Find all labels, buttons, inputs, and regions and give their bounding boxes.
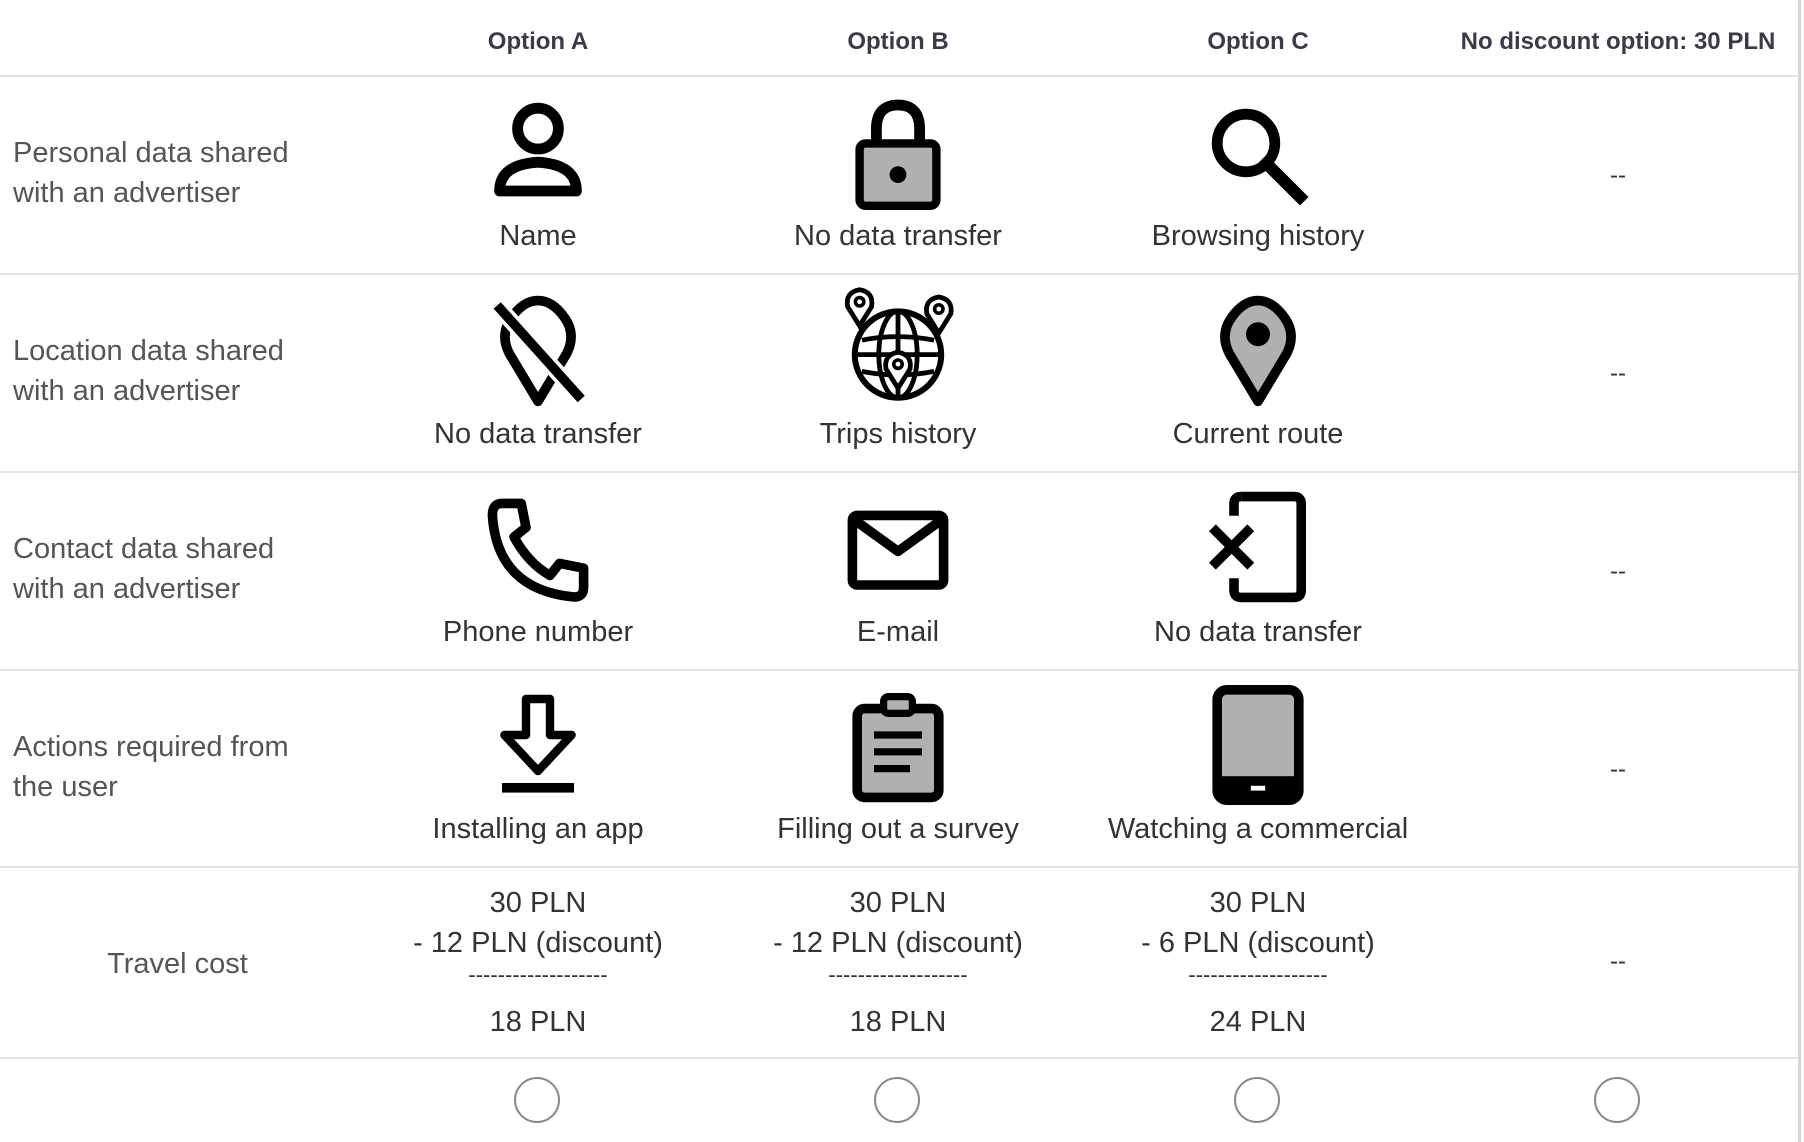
option-caption: Watching a commercial <box>1107 813 1409 845</box>
cost-base: 30 PLN <box>1209 887 1307 919</box>
cost-option-b: 30 PLN - 12 PLN (discount) -------------… <box>718 868 1078 1057</box>
row-label-line: with an advertiser <box>13 177 241 209</box>
cost-option-a: 30 PLN - 12 PLN (discount) -------------… <box>358 868 718 1057</box>
row-label-line: Personal data shared <box>13 137 289 169</box>
cost-base: 30 PLN <box>849 887 947 919</box>
header-option-a: Option A <box>487 28 589 55</box>
option-caption: Browsing history <box>1151 220 1365 252</box>
actions-row: Actions required from the user Installin… <box>0 671 1798 868</box>
cell-no-discount: -- <box>1438 473 1798 669</box>
row-label: Personal data shared with an advertiser <box>13 133 289 213</box>
phone-icon <box>478 489 598 609</box>
cost-discount: - 12 PLN (discount) <box>773 927 1023 959</box>
map-pin-icon <box>1198 291 1318 411</box>
header-row: Option A Option B Option C No discount o… <box>0 0 1798 77</box>
row-label: Actions required from the user <box>13 727 289 807</box>
option-caption: Current route <box>1172 418 1344 450</box>
cell-option-b: Trips history <box>718 275 1078 471</box>
option-caption: No data transfer <box>794 220 1002 252</box>
cost-total: 18 PLN <box>849 1006 947 1038</box>
row-label-line: Actions required from <box>13 731 289 763</box>
cost-total: 18 PLN <box>489 1006 587 1038</box>
option-caption: No data transfer <box>1154 616 1362 648</box>
cell-option-c: Current route <box>1078 275 1438 471</box>
cell-option-c: Watching a commercial <box>1078 671 1438 866</box>
cell-option-a: No data transfer <box>358 275 718 471</box>
cell-no-discount: -- <box>1438 671 1798 866</box>
contact-data-row: Contact data shared with an advertiser P… <box>0 473 1798 671</box>
header-option-c: Option C <box>1207 28 1309 55</box>
cost-total: 24 PLN <box>1209 1006 1307 1038</box>
envelope-icon <box>838 489 958 609</box>
cost-separator: ------------------- <box>1188 962 1328 987</box>
location-off-icon <box>478 291 598 411</box>
person-icon <box>478 95 598 215</box>
travel-cost-row: Travel cost 30 PLN - 12 PLN (discount) -… <box>0 868 1798 1059</box>
no-discount-value: -- <box>1610 948 1626 975</box>
row-label-line: Contact data shared <box>13 533 275 565</box>
cost-option-c: 30 PLN - 6 PLN (discount) --------------… <box>1078 868 1438 1057</box>
row-label-line: Location data shared <box>13 335 284 367</box>
personal-data-row: Personal data shared with an advertiser … <box>0 77 1798 275</box>
cell-no-discount: -- <box>1438 77 1798 273</box>
lock-icon <box>838 93 958 213</box>
clipboard-icon <box>838 687 958 807</box>
no-discount-value: -- <box>1610 558 1626 585</box>
no-discount-value: -- <box>1610 756 1626 783</box>
globe-pins-icon <box>838 285 958 405</box>
option-caption: No data transfer <box>434 418 642 450</box>
table-border <box>1798 0 1801 1142</box>
cell-option-a: Installing an app <box>358 671 718 866</box>
cell-no-discount: -- <box>1438 275 1798 471</box>
travel-cost-label: Travel cost <box>107 948 248 980</box>
magnifier-icon <box>1198 95 1318 215</box>
cell-option-a: Name <box>358 77 718 273</box>
option-caption: Phone number <box>442 616 634 648</box>
radio-no-discount[interactable] <box>1594 1077 1640 1123</box>
option-caption: Trips history <box>819 418 977 450</box>
cost-separator: ------------------- <box>468 962 608 987</box>
row-label: Location data shared with an advertiser <box>13 331 284 411</box>
location-data-row: Location data shared with an advertiser … <box>0 275 1798 473</box>
cell-option-b: No data transfer <box>718 77 1078 273</box>
header-no-discount: No discount option: 30 PLN <box>1460 28 1776 55</box>
cell-option-a: Phone number <box>358 473 718 669</box>
row-label-line: with an advertiser <box>13 375 241 407</box>
cost-discount: - 6 PLN (discount) <box>1141 927 1375 959</box>
option-caption: Installing an app <box>432 813 644 845</box>
no-discount-value: -- <box>1610 360 1626 387</box>
cost-no-discount: -- <box>1438 868 1798 1057</box>
cost-separator: ------------------- <box>828 962 968 987</box>
header-option-b: Option B <box>847 28 949 55</box>
option-caption: Filling out a survey <box>777 813 1019 845</box>
tablet-icon <box>1198 685 1318 805</box>
phone-blocked-icon <box>1198 487 1318 607</box>
row-label-line: with an advertiser <box>13 573 241 605</box>
row-label-line: the user <box>13 771 118 803</box>
cell-option-c: Browsing history <box>1078 77 1438 273</box>
radio-option-b[interactable] <box>874 1077 920 1123</box>
cell-option-b: Filling out a survey <box>718 671 1078 866</box>
no-discount-value: -- <box>1610 162 1626 189</box>
option-caption: E-mail <box>856 616 940 648</box>
download-icon <box>478 687 598 807</box>
cell-option-c: No data transfer <box>1078 473 1438 669</box>
cost-base: 30 PLN <box>489 887 587 919</box>
row-label: Contact data shared with an advertiser <box>13 529 274 609</box>
cost-discount: - 12 PLN (discount) <box>413 927 663 959</box>
option-caption: Name <box>499 220 577 252</box>
radio-option-c[interactable] <box>1234 1077 1280 1123</box>
cell-option-b: E-mail <box>718 473 1078 669</box>
radio-option-a[interactable] <box>514 1077 560 1123</box>
